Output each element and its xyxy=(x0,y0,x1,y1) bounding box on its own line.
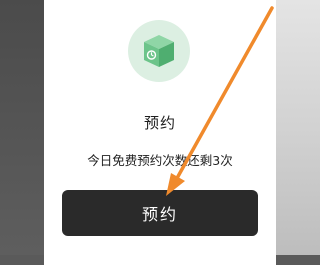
orange-arrow-icon xyxy=(166,6,274,196)
